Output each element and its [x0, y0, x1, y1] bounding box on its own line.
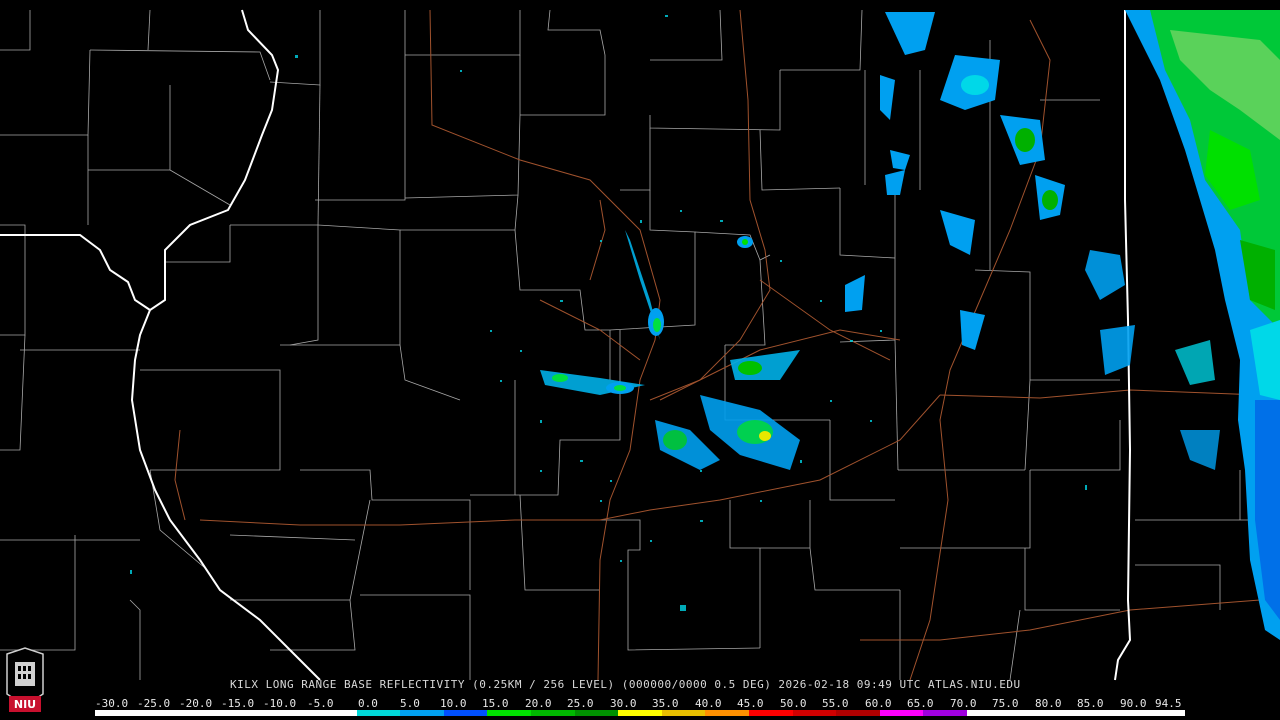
- scale-label: 65.0: [907, 697, 934, 710]
- colorbar-segment: [705, 710, 749, 716]
- scale-label: -10.0: [263, 697, 297, 710]
- colorbar-segment: [269, 710, 313, 716]
- scale-label: 60.0: [865, 697, 892, 710]
- logo-text: NIU: [14, 698, 36, 711]
- colorbar-segment: [879, 710, 924, 716]
- scale-label: -15.0: [221, 697, 255, 710]
- scale-label: 35.0: [652, 697, 679, 710]
- colorbar-segment: [1054, 710, 1098, 716]
- scale-label: 85.0: [1077, 697, 1104, 710]
- colorbar-segment: [400, 710, 444, 716]
- scale-label: 90.0: [1120, 697, 1147, 710]
- scale-label: 15.0: [482, 697, 509, 710]
- colorbar-segment: [356, 710, 401, 716]
- scale-label: -5.0: [307, 697, 334, 710]
- scale-label: 45.0: [737, 697, 764, 710]
- scale-label: -20.0: [179, 697, 213, 710]
- scale-label: -25.0: [137, 697, 171, 710]
- scale-label: 80.0: [1035, 697, 1062, 710]
- colorbar-segment: [443, 710, 488, 716]
- scale-label: 50.0: [780, 697, 807, 710]
- scale-label: -30.0: [95, 697, 129, 710]
- colorbar-segment: [923, 710, 967, 716]
- scale-label: 5.0: [400, 697, 420, 710]
- scale-label: 30.0: [610, 697, 637, 710]
- colorbar-segment: [182, 710, 226, 716]
- colorbar-segment: [1097, 710, 1142, 716]
- product-caption: KILX LONG RANGE BASE REFLECTIVITY (0.25K…: [230, 678, 1021, 691]
- scale-label: 20.0: [525, 697, 552, 710]
- scale-label: 10.0: [440, 697, 467, 710]
- scale-label: 25.0: [567, 697, 594, 710]
- colorbar-segment: [574, 710, 619, 716]
- colorbar-segment: [966, 710, 1011, 716]
- scale-label: 75.0: [992, 697, 1019, 710]
- niu-logo: NIU: [6, 647, 44, 712]
- scale-label: 0.0: [358, 697, 378, 710]
- colorbar-segment: [748, 710, 793, 716]
- scale-label: 55.0: [822, 697, 849, 710]
- colorbar-segment: [225, 710, 270, 716]
- colorbar-segment: [487, 710, 531, 716]
- radar-map: [0, 0, 1280, 720]
- colorbar-segment: [618, 710, 662, 716]
- scale-labels: -30.0 -25.0 -20.0 -15.0 -10.0 -5.0 0.0 5…: [95, 697, 1195, 710]
- scale-label: 70.0: [950, 697, 977, 710]
- scale-label: 94.5: [1155, 697, 1182, 710]
- colorbar-segment: [312, 710, 357, 716]
- reflectivity-colorbar: [95, 710, 1185, 716]
- colorbar-segment: [836, 710, 880, 716]
- colorbar-segment: [661, 710, 706, 716]
- colorbar-segment: [792, 710, 837, 716]
- scale-label: 40.0: [695, 697, 722, 710]
- colorbar-segment: [1141, 710, 1185, 716]
- colorbar-segment: [1010, 710, 1055, 716]
- colorbar-segment: [95, 710, 139, 716]
- colorbar-segment: [530, 710, 575, 716]
- colorbar-segment: [138, 710, 183, 716]
